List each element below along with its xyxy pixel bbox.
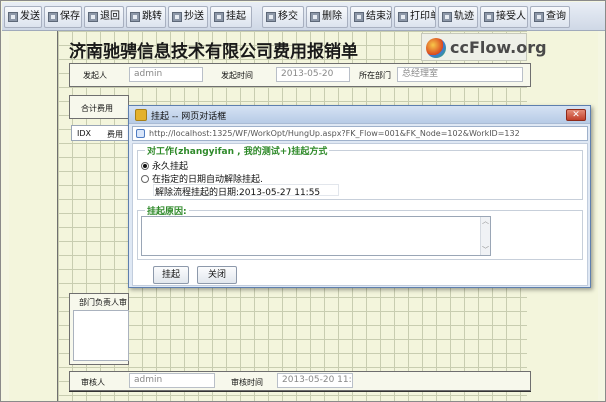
initiator-label: 发起人: [83, 71, 107, 80]
confirm-hangup-button[interactable]: 挂起: [153, 266, 189, 284]
form-title: 济南驰骋信息技术有限公司费用报销单: [69, 42, 358, 62]
dept-field[interactable]: 总经理室: [397, 67, 523, 82]
textarea-scrollbar[interactable]: ︿ ﹀: [480, 217, 490, 255]
idx-header: IDX: [77, 129, 91, 138]
auditor-label: 审核人: [81, 378, 105, 387]
audit-time-field[interactable]: 2013-05-20 11:: [277, 373, 353, 388]
return-icon: [88, 12, 98, 22]
audit-time-label: 审核时间: [231, 378, 263, 387]
toolbar: 发送 保存 退回 跳转 抄送 挂起 移交 删除 结束流 打印单 轨迹 接受人 查…: [2, 2, 605, 31]
start-time-label: 发起时间: [221, 71, 253, 80]
track-icon: [442, 12, 452, 22]
table-rule: [69, 391, 531, 392]
close-button[interactable]: 关闭: [197, 266, 237, 284]
page-icon: [136, 129, 145, 138]
dialog-url: http://localhost:1325/WF/WorkOpt/HungUp.…: [149, 129, 520, 138]
scroll-down-icon[interactable]: ﹀: [482, 247, 489, 254]
track-button[interactable]: 轨迹: [438, 6, 478, 28]
receiver-icon: [484, 12, 494, 22]
save-icon: [48, 12, 58, 22]
end-flow-button[interactable]: 结束流: [350, 6, 392, 28]
cc-button[interactable]: 抄送: [168, 6, 208, 28]
release-date-value: 2013-05-27 11:55: [239, 188, 321, 198]
initiator-field[interactable]: admin: [129, 67, 203, 82]
send-icon: [8, 12, 18, 22]
ccflow-logo: ccFlow.org: [421, 33, 547, 61]
delete-icon: [310, 12, 320, 22]
dept-head-label: 部门负责人审: [79, 298, 127, 307]
logo-icon: [426, 38, 446, 58]
print-button[interactable]: 打印单: [394, 6, 436, 28]
end-flow-icon: [354, 12, 364, 22]
dialog-close-icon[interactable]: ✕: [566, 109, 586, 121]
reason-textarea[interactable]: ︿ ﹀: [141, 216, 491, 256]
radio-scheduled[interactable]: [141, 175, 149, 183]
transfer-icon: [266, 12, 276, 22]
dialog-url-bar: http://localhost:1325/WF/WorkOpt/HungUp.…: [132, 126, 588, 141]
dialog-window-icon: [135, 109, 147, 121]
option-permanent[interactable]: 永久挂起: [141, 159, 188, 172]
save-button[interactable]: 保存: [44, 6, 82, 28]
query-icon: [534, 12, 544, 22]
jump-button[interactable]: 跳转: [126, 6, 166, 28]
hangup-mode-legend: 对工作(zhangyifan , 我的测试+)挂起方式: [145, 144, 330, 157]
dialog-titlebar: 挂起 -- 网页对话框 ✕: [129, 106, 590, 124]
transfer-button[interactable]: 移交: [262, 6, 304, 28]
print-icon: [398, 12, 408, 22]
send-button[interactable]: 发送: [4, 6, 42, 28]
radio-permanent[interactable]: [141, 162, 149, 170]
dialog-title: 挂起 -- 网页对话框: [151, 112, 227, 122]
start-time-field[interactable]: 2013-05-20: [276, 67, 350, 82]
screenshot-frame: 发送 保存 退回 跳转 抄送 挂起 移交 删除 结束流 打印单 轨迹 接受人 查…: [0, 0, 606, 402]
receiver-button[interactable]: 接受人: [480, 6, 528, 28]
delete-button[interactable]: 删除: [306, 6, 348, 28]
fee-header: 费用: [107, 130, 123, 139]
auditor-field[interactable]: admin: [129, 373, 215, 388]
hangup-icon: [214, 12, 224, 22]
total-label: 合计费用: [81, 104, 113, 113]
jump-icon: [130, 12, 140, 22]
return-button[interactable]: 退回: [84, 6, 124, 28]
hangup-dialog: 挂起 -- 网页对话框 ✕ http://localhost:1325/WF/W…: [128, 105, 591, 288]
dialog-body: 对工作(zhangyifan , 我的测试+)挂起方式 永久挂起 在指定的日期自…: [132, 143, 588, 286]
release-date-label: 解除流程挂起的日期:2013-05-27 11:55: [155, 188, 321, 198]
cc-icon: [172, 12, 182, 22]
query-button[interactable]: 查询: [530, 6, 570, 28]
scroll-up-icon[interactable]: ︿: [482, 218, 489, 225]
dept-label: 所在部门: [359, 71, 391, 80]
hangup-button[interactable]: 挂起: [210, 6, 252, 28]
dept-head-opinion[interactable]: [73, 310, 129, 361]
